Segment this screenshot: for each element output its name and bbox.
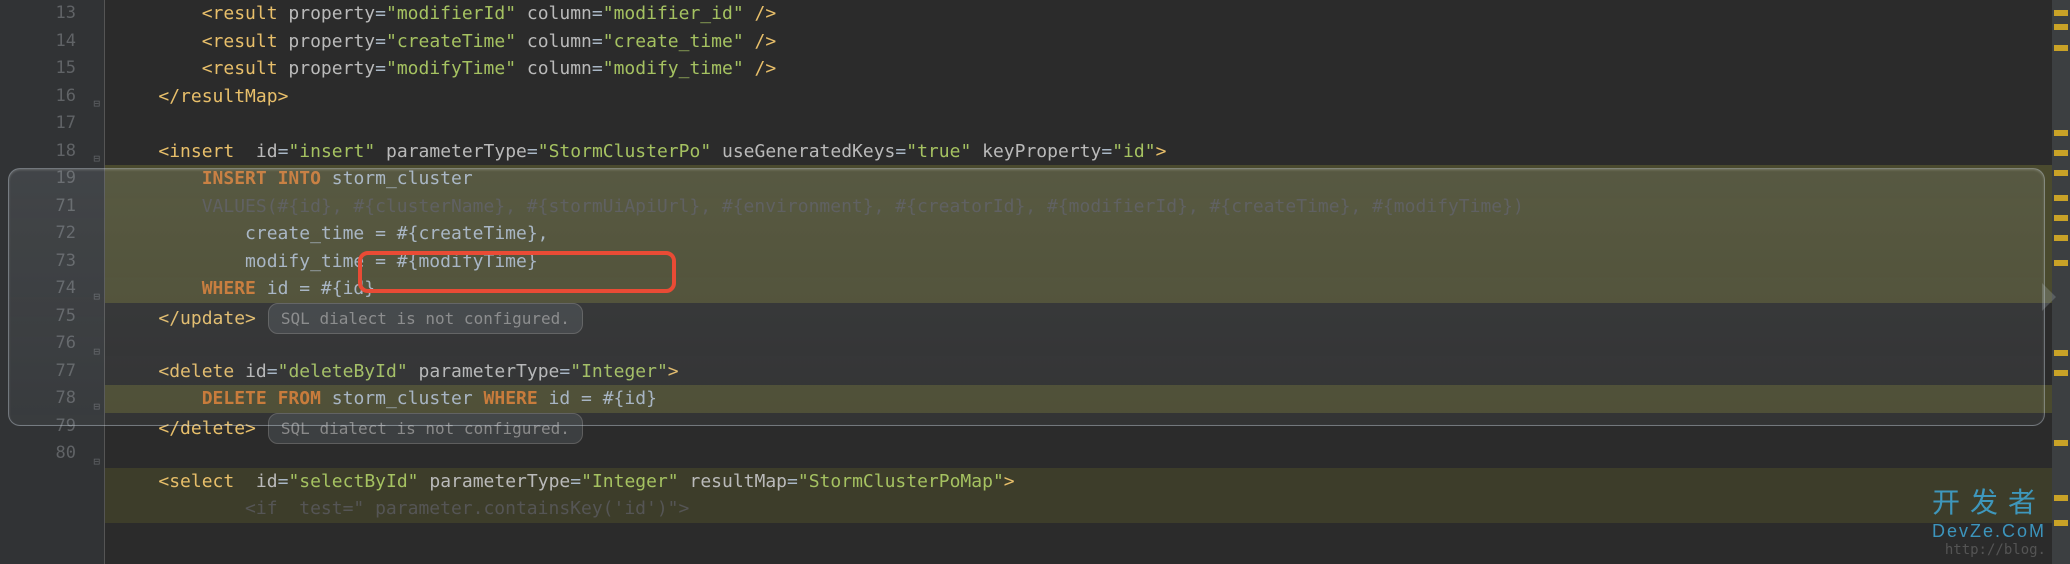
line-number: 75 [0, 303, 104, 331]
line-number: 13 [0, 0, 104, 28]
line-number: 74⊟ [0, 275, 104, 303]
warning-marker[interactable] [2054, 45, 2068, 51]
line-number: 78⊟ [0, 385, 104, 413]
code-line[interactable] [105, 440, 2070, 468]
code-editor[interactable]: 13 14 15 16⊟ 17 18⊟ 19 71 72 73 74⊟ 75 7… [0, 0, 2070, 564]
warning-marker[interactable] [2054, 10, 2068, 16]
code-line[interactable]: <result property="modifyTime" column="mo… [105, 55, 2070, 83]
warning-marker[interactable] [2054, 370, 2068, 376]
warning-marker[interactable] [2054, 170, 2068, 176]
code-line[interactable]: <insert id="insert" parameterType="Storm… [105, 138, 2070, 166]
line-number: 16⊟ [0, 83, 104, 111]
fold-up-icon[interactable]: ⊟ [88, 90, 100, 102]
line-number: 79 [0, 413, 104, 441]
line-number: 18⊟ [0, 138, 104, 166]
fold-down-icon[interactable]: ⊟ [88, 338, 100, 350]
line-number: 76⊟ [0, 330, 104, 358]
line-number: 73 [0, 248, 104, 276]
warning-marker[interactable] [2054, 440, 2068, 446]
line-number: 80⊟ [0, 440, 104, 468]
code-line[interactable]: DELETE FROM storm_cluster WHERE id = #{i… [105, 385, 2070, 413]
fold-down-icon[interactable]: ⊟ [88, 145, 100, 157]
line-number: 77 [0, 358, 104, 386]
line-number: 17 [0, 110, 104, 138]
code-line[interactable]: </update>SQL dialect is not configured. [105, 303, 2070, 331]
warning-marker[interactable] [2054, 215, 2068, 221]
warning-marker[interactable] [2054, 350, 2068, 356]
warning-marker[interactable] [2054, 520, 2068, 526]
line-number: 15 [0, 55, 104, 83]
gutter: 13 14 15 16⊟ 17 18⊟ 19 71 72 73 74⊟ 75 7… [0, 0, 105, 564]
code-line[interactable]: WHERE id = #{id} [105, 275, 2070, 303]
error-stripe[interactable] [2052, 0, 2070, 564]
warning-marker[interactable] [2054, 495, 2068, 501]
code-line[interactable]: </delete>SQL dialect is not configured. [105, 413, 2070, 441]
warning-marker[interactable] [2054, 235, 2068, 241]
code-line-truncated[interactable]: VALUES(#{id}, #{clusterName}, #{stormUiA… [105, 193, 2070, 221]
warning-marker[interactable] [2054, 260, 2068, 266]
code-area[interactable]: <result property="modifierId" column="mo… [105, 0, 2070, 564]
warning-marker[interactable] [2054, 130, 2068, 136]
fold-up-icon[interactable]: ⊟ [88, 393, 100, 405]
code-line[interactable]: <select id="selectById" parameterType="I… [105, 468, 2070, 496]
code-line[interactable]: INSERT INTO storm_cluster [105, 165, 2070, 193]
line-number: 72 [0, 220, 104, 248]
code-line-truncated[interactable]: <if test=" parameter.containsKey('id')"> [105, 495, 2070, 523]
code-line[interactable] [105, 110, 2070, 138]
code-line[interactable]: modify_time = #{modifyTime} [105, 248, 2070, 276]
fold-up-icon[interactable]: ⊟ [88, 283, 100, 295]
watermark-url: http://blog. [1932, 542, 2046, 558]
warning-marker[interactable] [2054, 24, 2068, 30]
fold-down-icon[interactable]: ⊟ [88, 448, 100, 460]
code-line[interactable]: <result property="createTime" column="cr… [105, 28, 2070, 56]
line-number: 14 [0, 28, 104, 56]
code-line[interactable]: </resultMap> [105, 83, 2070, 111]
watermark: 开发者 DevZe.CoM http://blog. [1932, 481, 2046, 558]
code-line[interactable] [105, 330, 2070, 358]
code-line[interactable]: <result property="modifierId" column="mo… [105, 0, 2070, 28]
code-line[interactable]: create_time = #{createTime}, [105, 220, 2070, 248]
warning-marker[interactable] [2054, 150, 2068, 156]
code-line[interactable]: <delete id="deleteById" parameterType="I… [105, 358, 2070, 386]
line-number: 71 [0, 193, 104, 221]
warning-marker[interactable] [2054, 195, 2068, 201]
watermark-cn: 开发者 [1932, 481, 2046, 521]
watermark-en: DevZe.CoM [1932, 521, 2046, 542]
line-number: 19 [0, 165, 104, 193]
